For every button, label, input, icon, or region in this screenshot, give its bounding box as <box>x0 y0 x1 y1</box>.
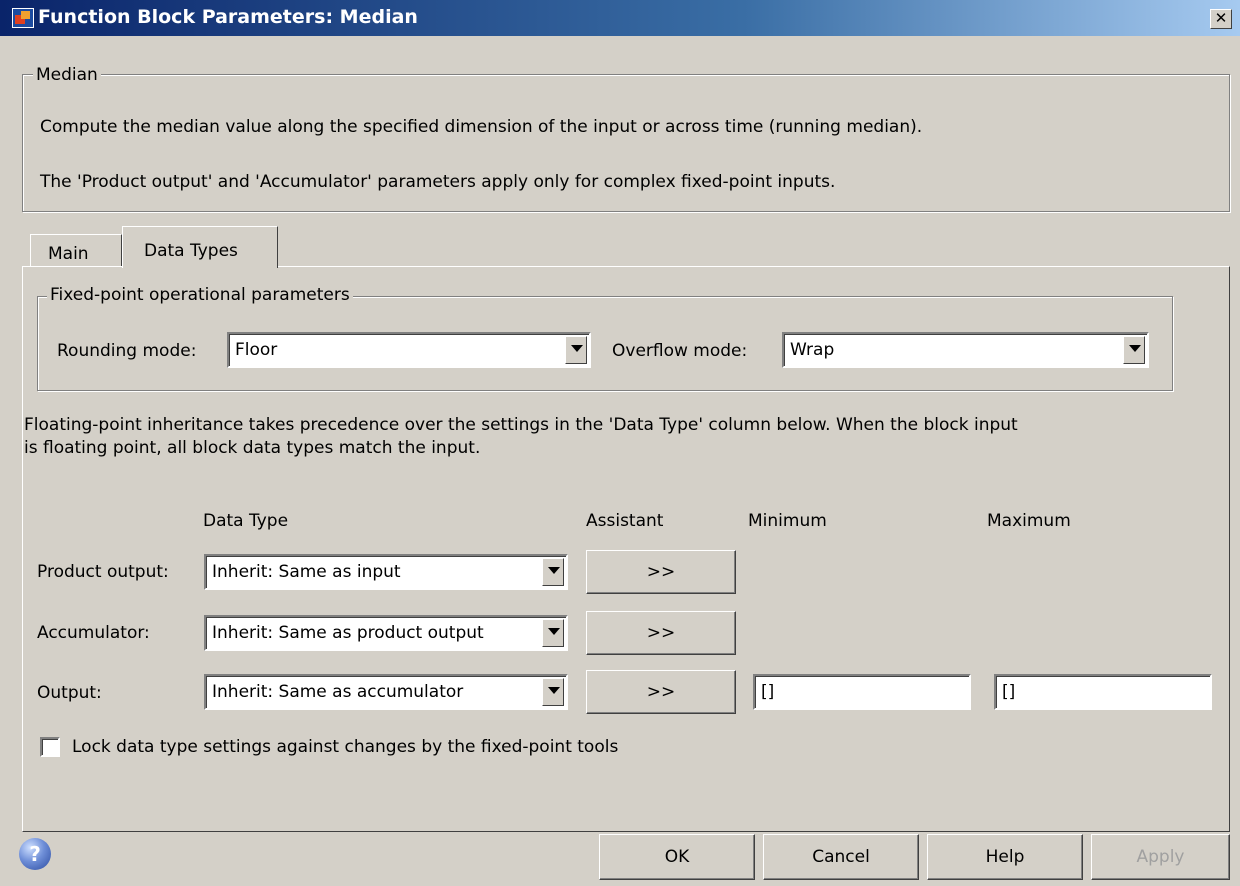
inheritance-note-line-2: is floating point, all block data types … <box>24 438 481 458</box>
inheritance-note-line-1: Floating-point inheritance takes precede… <box>24 415 1018 435</box>
rounding-mode-label: Rounding mode: <box>57 341 197 361</box>
cancel-button[interactable]: Cancel <box>763 834 919 880</box>
fixed-point-legend: Fixed-point operational parameters <box>47 285 353 305</box>
overflow-mode-value: Wrap <box>790 340 835 360</box>
header-data-type: Data Type <box>203 511 289 531</box>
lock-data-type-label[interactable]: Lock data type settings against changes … <box>72 737 618 757</box>
assistant-label: >> <box>646 562 676 582</box>
output-type-value: Inherit: Same as accumulator <box>212 682 464 702</box>
tab-data-types-label: Data Types <box>144 241 238 261</box>
row-label-accumulator: Accumulator: <box>37 623 150 643</box>
rounding-mode-value: Floor <box>235 340 278 360</box>
apply-label: Apply <box>1136 847 1185 867</box>
overflow-mode-label: Overflow mode: <box>612 341 748 361</box>
assistant-label: >> <box>646 682 676 702</box>
lock-data-type-checkbox[interactable] <box>40 737 60 757</box>
close-button[interactable]: ✕ <box>1210 9 1232 29</box>
description-line-1: Compute the median value along the speci… <box>40 117 923 137</box>
simulink-block-icon <box>12 8 34 28</box>
ok-label: OK <box>664 847 690 867</box>
output-minimum-field[interactable]: [] <box>753 674 971 710</box>
help-icon[interactable]: ? <box>19 838 51 870</box>
row-label-output: Output: <box>37 683 102 703</box>
window-title: Function Block Parameters: Median <box>38 6 418 28</box>
header-maximum: Maximum <box>987 511 1071 531</box>
apply-button[interactable]: Apply <box>1091 834 1230 880</box>
dialog-window: Function Block Parameters: Median ✕ Medi… <box>0 0 1240 886</box>
chevron-down-icon[interactable] <box>1123 336 1145 364</box>
help-button[interactable]: Help <box>927 834 1083 880</box>
overflow-mode-select[interactable]: Wrap <box>782 332 1149 368</box>
output-maximum-value: [] <box>1002 682 1016 702</box>
title-bar[interactable]: Function Block Parameters: Median ✕ <box>0 0 1240 36</box>
output-assistant-button[interactable]: >> <box>586 670 736 714</box>
assistant-label: >> <box>646 623 676 643</box>
output-type-select[interactable]: Inherit: Same as accumulator <box>204 674 568 710</box>
tab-main-label: Main <box>48 244 89 264</box>
chevron-down-icon[interactable] <box>542 619 564 647</box>
cancel-label: Cancel <box>812 847 870 867</box>
accumulator-assistant-button[interactable]: >> <box>586 611 736 655</box>
accumulator-type-select[interactable]: Inherit: Same as product output <box>204 615 568 651</box>
output-minimum-value: [] <box>761 682 775 702</box>
help-label: Help <box>985 847 1025 867</box>
header-assistant: Assistant <box>586 511 664 531</box>
product-output-type-select[interactable]: Inherit: Same as input <box>204 554 568 590</box>
description-legend: Median <box>33 65 101 85</box>
chevron-down-icon[interactable] <box>542 558 564 586</box>
rounding-mode-select[interactable]: Floor <box>227 332 591 368</box>
ok-button[interactable]: OK <box>599 834 755 880</box>
accumulator-type-value: Inherit: Same as product output <box>212 623 484 643</box>
description-line-2: The 'Product output' and 'Accumulator' p… <box>40 172 836 192</box>
output-maximum-field[interactable]: [] <box>994 674 1212 710</box>
chevron-down-icon[interactable] <box>542 678 564 706</box>
row-label-product-output: Product output: <box>37 562 169 582</box>
tab-data-types[interactable]: Data Types <box>122 226 278 268</box>
close-icon: ✕ <box>1214 9 1228 27</box>
header-minimum: Minimum <box>748 511 827 531</box>
tab-main[interactable]: Main <box>30 234 122 267</box>
product-output-assistant-button[interactable]: >> <box>586 550 736 594</box>
chevron-down-icon[interactable] <box>565 336 587 364</box>
product-output-type-value: Inherit: Same as input <box>212 562 401 582</box>
